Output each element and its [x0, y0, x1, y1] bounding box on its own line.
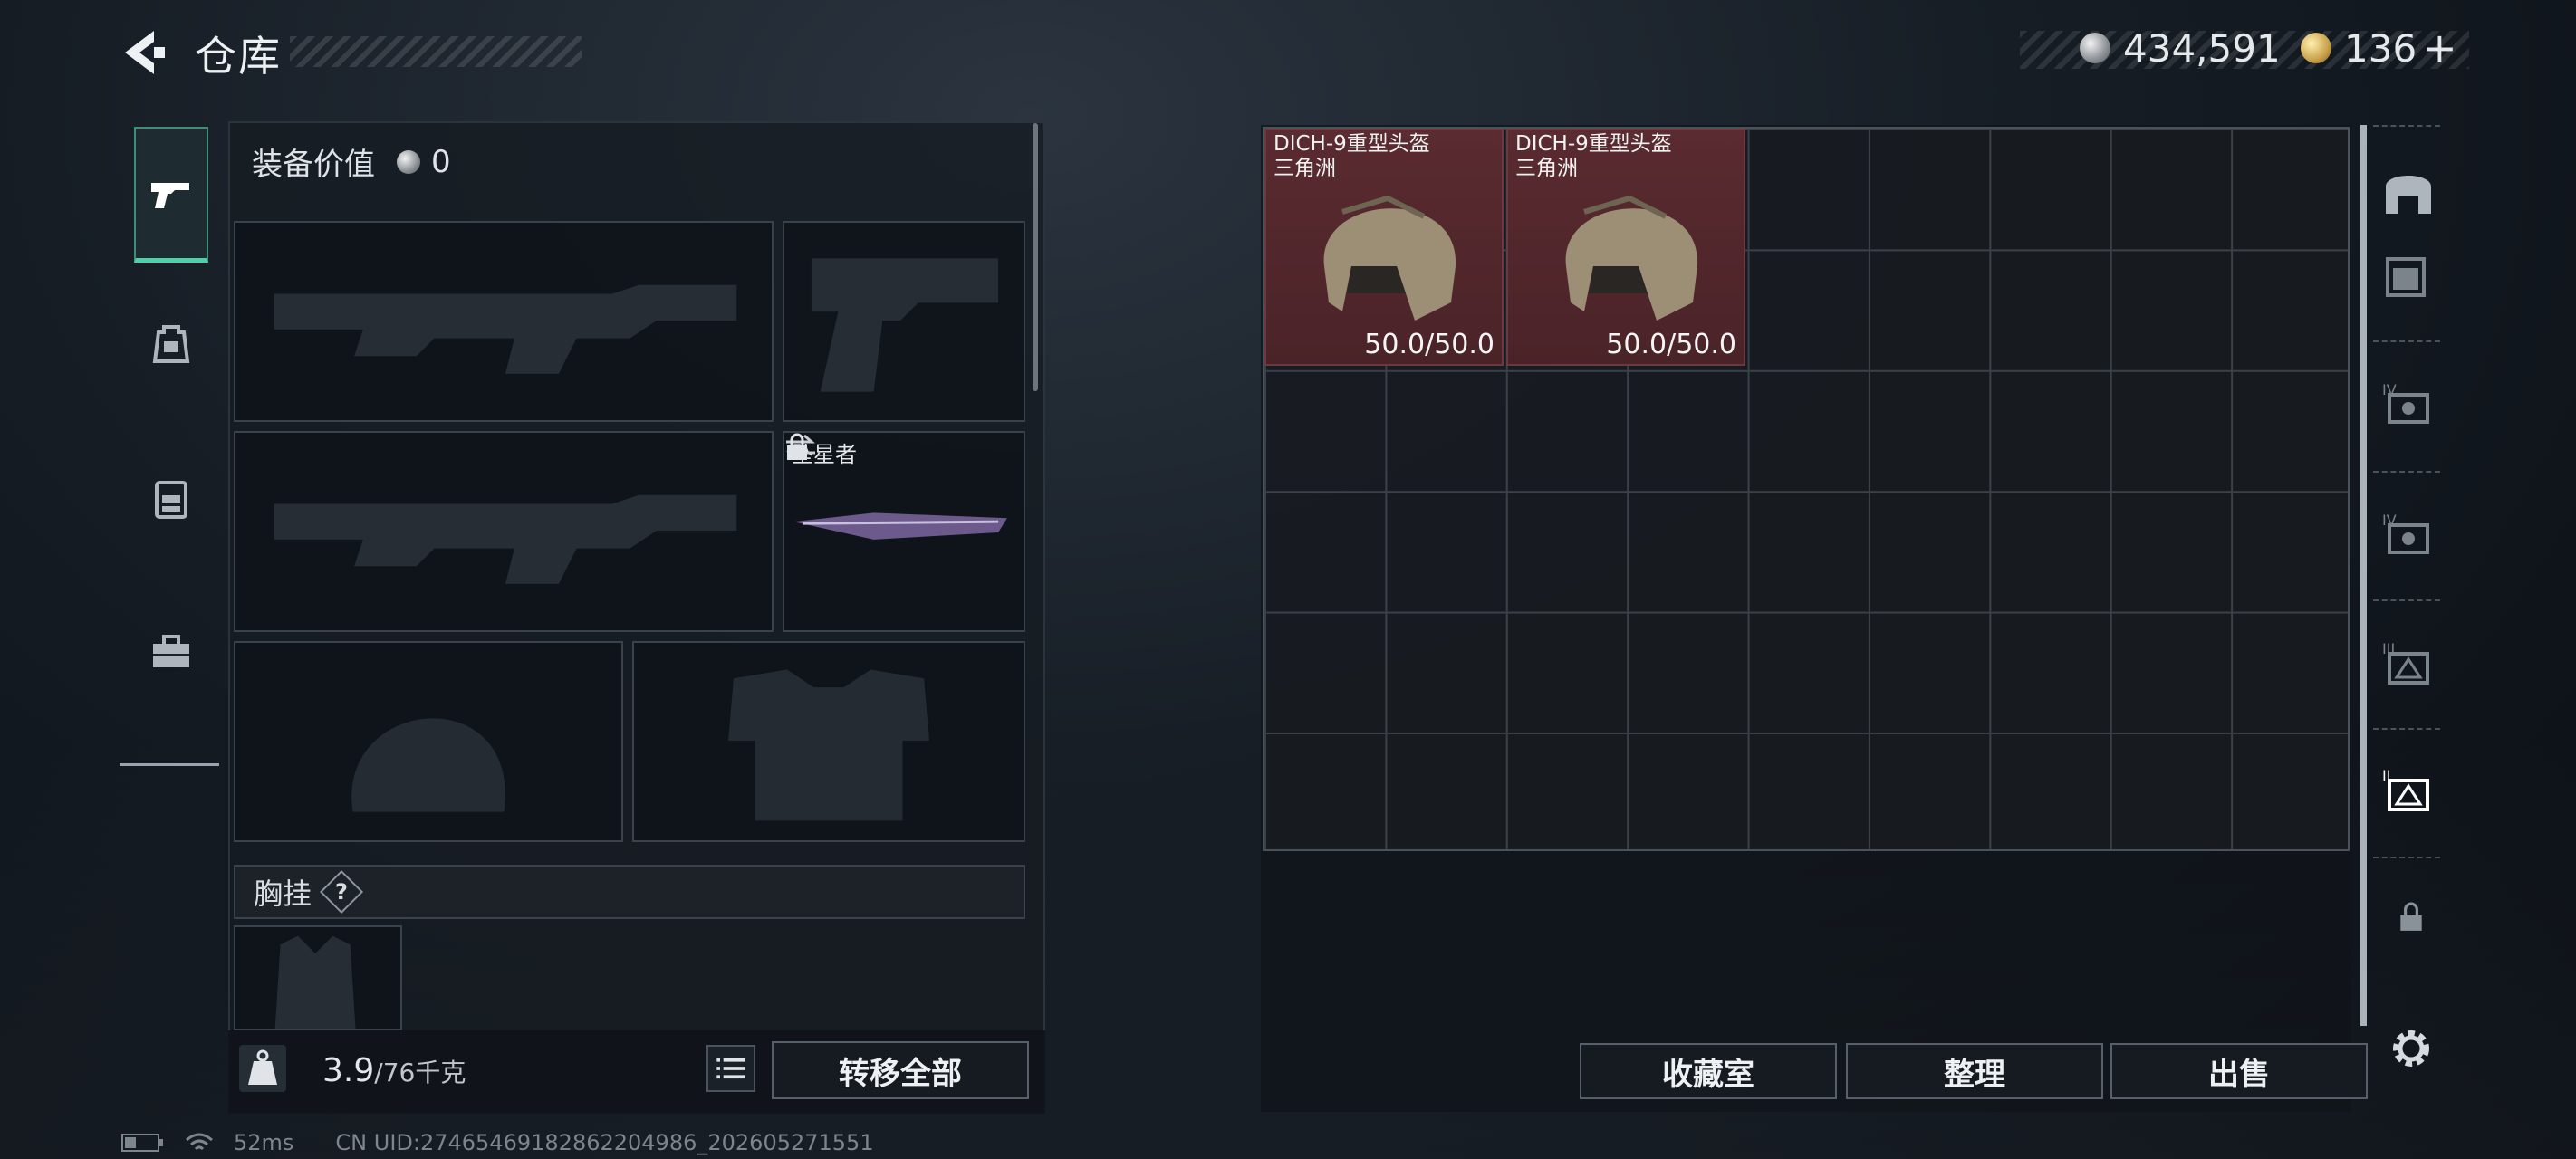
helmet-slot[interactable] [234, 641, 623, 842]
ping-value: 52ms [234, 1130, 294, 1155]
stash-page-2-icon[interactable] [2380, 250, 2437, 306]
rifle-silhouette-icon [274, 284, 737, 374]
armor-slot[interactable] [632, 641, 1025, 842]
chest-rig-slot[interactable] [234, 925, 402, 1030]
transfer-all-button[interactable]: 转移全部 [772, 1041, 1029, 1099]
backpack-icon [152, 325, 190, 363]
back-arrow-icon[interactable] [118, 25, 168, 80]
pistol-slot[interactable] [783, 221, 1025, 422]
wifi-icon [186, 1133, 213, 1151]
stash-item-helmet[interactable]: DICH-9重型头盔 三角洲 50.0/50.0 [1506, 129, 1745, 366]
stash-page-ii-icon-active[interactable]: II [2380, 762, 2437, 819]
lock-icon [787, 433, 807, 460]
page-title: 仓库 [195, 32, 282, 81]
divider [2373, 340, 2440, 342]
locked-page-icon [2396, 902, 2427, 933]
category-tabs [120, 123, 219, 766]
rifle-silhouette-icon [274, 494, 737, 584]
tab-vest[interactable] [134, 431, 208, 567]
collection-room-button[interactable]: 收藏室 [1580, 1043, 1837, 1099]
settings-gear-icon[interactable] [2388, 1025, 2435, 1072]
equipment-value-label: 装备价值 [252, 147, 375, 183]
stash-main-icon[interactable] [2380, 163, 2437, 219]
divider [2373, 728, 2440, 730]
silver-coin-icon [397, 149, 420, 174]
secondary-weapon-slot[interactable] [234, 431, 774, 632]
silver-amount: 434,591 [2123, 25, 2281, 71]
battery-icon [121, 1134, 163, 1152]
item-name: DICH-9重型头盔 [1274, 132, 1430, 156]
armor-silhouette-icon [728, 669, 929, 821]
gold-amount: 136 [2344, 25, 2417, 71]
loadout-scrollbar[interactable] [1033, 123, 1038, 391]
item-name: DICH-9重型头盔 [1515, 132, 1672, 156]
equipment-value-amount: 0 [431, 143, 451, 180]
list-icon [716, 1058, 745, 1079]
carry-weight: 3.9/76千克 [322, 1052, 466, 1089]
helmet-icon [1565, 195, 1698, 321]
chest-rig-label: 胸挂 [254, 876, 312, 911]
gold-currency[interactable]: 136 + [2301, 24, 2457, 72]
stash-page-iv-2-icon[interactable]: IV [2380, 507, 2437, 563]
sell-button[interactable]: 出售 [2110, 1043, 2368, 1099]
gold-coin-icon [2301, 33, 2331, 63]
tab-backpack[interactable] [134, 277, 208, 413]
list-view-button[interactable] [706, 1045, 755, 1092]
weight-icon [239, 1045, 286, 1092]
vest-icon [155, 481, 187, 519]
stash-scrollbar[interactable] [2360, 125, 2367, 1026]
melee-slot[interactable]: 坠星者 [783, 431, 1025, 632]
stash-item-helmet[interactable]: DICH-9重型头盔 三角洲 50.0/50.0 [1264, 129, 1504, 366]
helmet-icon [1323, 195, 1456, 321]
divider [2373, 125, 2440, 127]
primary-weapon-slot[interactable] [234, 221, 774, 422]
item-source: 三角洲 [1515, 157, 1578, 180]
organize-button[interactable]: 整理 [1846, 1043, 2103, 1099]
stash-page-iv-1-icon[interactable]: IV [2380, 377, 2437, 433]
item-durability: 50.0/50.0 [1364, 329, 1495, 360]
help-icon[interactable]: ? [319, 869, 364, 915]
divider [2373, 471, 2440, 473]
toolbox-icon [153, 635, 189, 667]
user-uid: CN UID:274654691828622049​86_20260527155… [335, 1130, 874, 1155]
chest-rig-header: 胸挂 ? [234, 865, 1025, 919]
tab-toolbox[interactable] [134, 585, 208, 721]
tab-weapons[interactable] [134, 127, 208, 263]
add-currency-button[interactable]: + [2422, 24, 2457, 72]
divider [2373, 599, 2440, 601]
stash-page-iii-icon[interactable]: III [2380, 636, 2437, 692]
item-source: 三角洲 [1274, 157, 1336, 180]
silver-currency: 434,591 [2080, 25, 2281, 71]
item-durability: 50.0/50.0 [1606, 329, 1736, 360]
equipment-value: 装备价值 0 [252, 139, 451, 184]
chest-rig-silhouette-icon [274, 935, 356, 1029]
silver-coin-icon [2080, 33, 2110, 63]
divider [2373, 857, 2440, 858]
helmet-silhouette-icon [351, 718, 505, 812]
pistol-silhouette-icon [811, 258, 999, 392]
title-decoration [290, 36, 582, 67]
status-bar: 52ms CN UID:274654691828622049​86_202605… [121, 1130, 874, 1155]
pistol-icon [151, 182, 189, 208]
